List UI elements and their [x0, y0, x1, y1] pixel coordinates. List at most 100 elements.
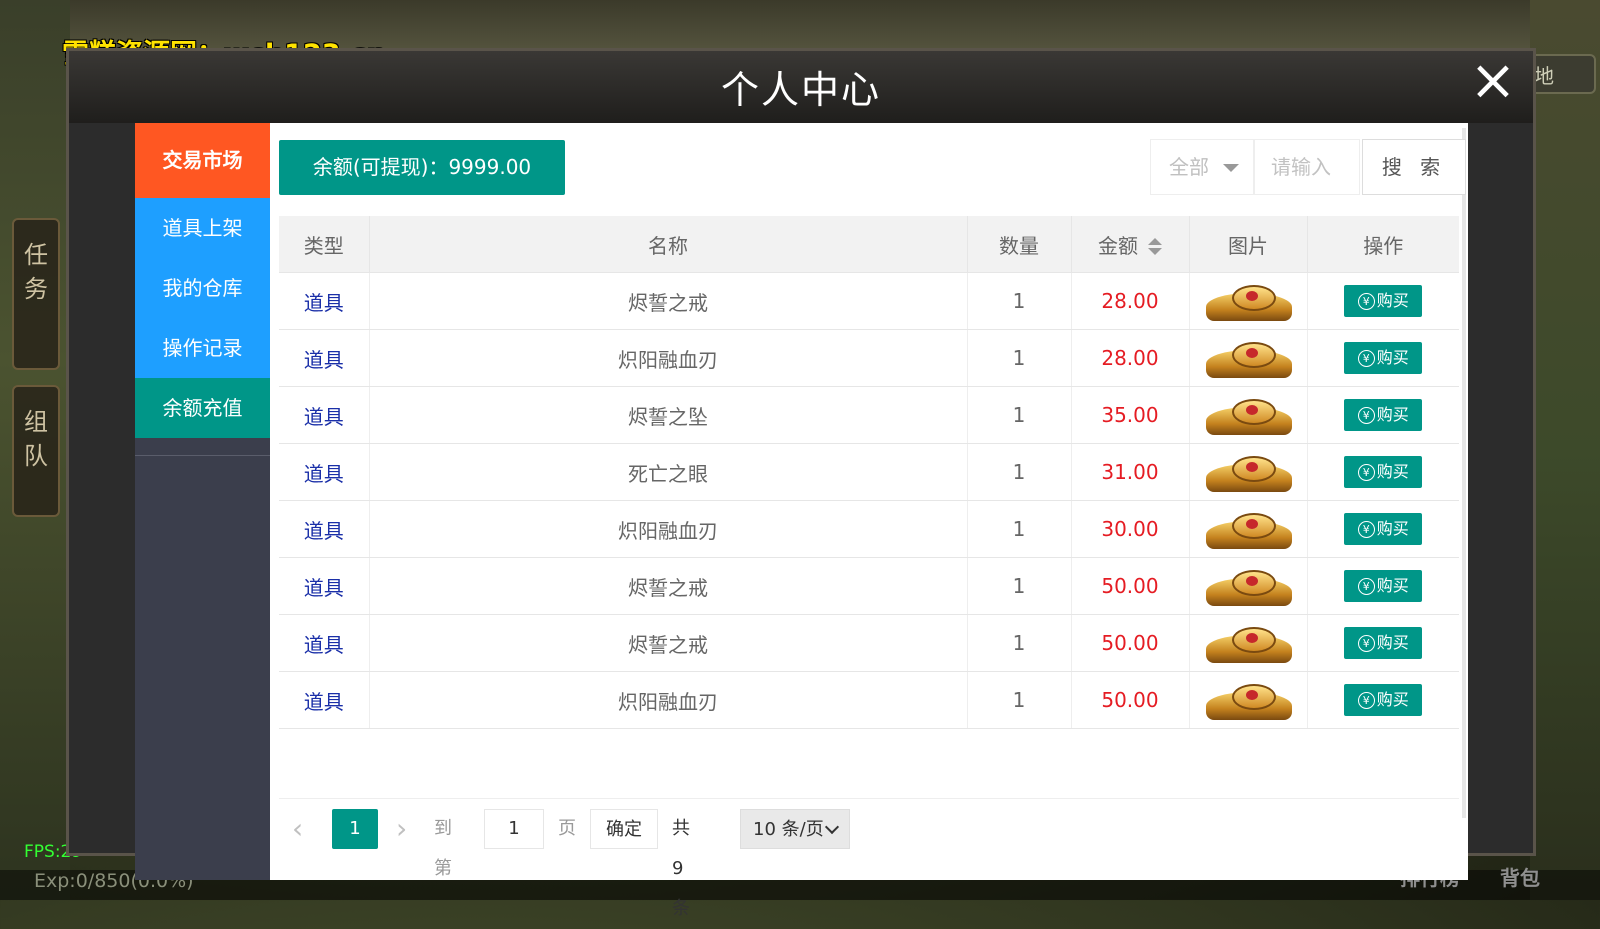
buy-button-label: 购买: [1376, 576, 1409, 595]
cell-image: [1189, 386, 1308, 444]
buy-button-label: 购买: [1376, 519, 1409, 538]
caret-down-icon: [1223, 164, 1239, 172]
table-row: 道具 炽阳融血刃 1 28.00 ¥ 购买: [279, 329, 1459, 387]
yen-icon: ¥: [1357, 464, 1375, 481]
cell-action: ¥ 购买: [1307, 272, 1459, 330]
modal-title: 个人中心: [720, 68, 881, 112]
close-icon[interactable]: ×: [1465, 53, 1521, 109]
buy-button[interactable]: ¥ 购买: [1344, 684, 1423, 716]
cell-image: [1189, 272, 1308, 330]
buy-button[interactable]: ¥ 购买: [1344, 456, 1423, 488]
balance-badge: 余额(可提现)：9999.00: [279, 140, 565, 195]
cell-image: [1189, 557, 1308, 615]
item-image: [1202, 621, 1294, 665]
pager-divider: [279, 798, 1459, 799]
type-filter-value: 全部: [1169, 155, 1209, 179]
next-page-icon[interactable]: ›: [396, 809, 407, 849]
cell-action: ¥ 购买: [1307, 329, 1459, 387]
buy-button[interactable]: ¥ 购买: [1344, 513, 1423, 545]
buy-button-label: 购买: [1376, 348, 1409, 367]
cell-action: ¥ 购买: [1307, 386, 1459, 444]
table-row: 道具 烬誓之戒 1 50.00 ¥ 购买: [279, 614, 1459, 672]
yen-icon: ¥: [1357, 521, 1375, 538]
goto-page-input[interactable]: [484, 809, 544, 849]
total-count: 共 9 条: [672, 818, 690, 919]
col-header-image: 图片: [1189, 216, 1308, 273]
task-side-tab-label: 任务: [24, 241, 48, 303]
cell-type: 道具: [279, 671, 370, 729]
buy-button[interactable]: ¥ 购买: [1344, 342, 1423, 374]
sidebar-nav: 交易市场 道具上架 我的仓库 操作记录 余额充值: [135, 123, 270, 880]
cell-qty: 1: [967, 329, 1072, 387]
search-button[interactable]: 搜 索: [1362, 139, 1466, 195]
cell-action: ¥ 购买: [1307, 614, 1459, 672]
cell-image: [1189, 500, 1308, 558]
cell-type: 道具: [279, 557, 370, 615]
cell-name: 炽阳融血刃: [369, 500, 968, 558]
cell-price: 50.00: [1071, 557, 1190, 615]
task-side-tab[interactable]: 任务: [12, 218, 60, 370]
sidebar-divider: [135, 455, 270, 456]
chevron-down-icon: [824, 819, 840, 835]
item-image: [1202, 450, 1294, 494]
buy-button[interactable]: ¥ 购买: [1344, 627, 1423, 659]
item-image: [1202, 336, 1294, 380]
col-header-price-label: 金额: [1098, 233, 1138, 258]
prev-page-icon[interactable]: ‹: [292, 809, 303, 849]
buy-button-label: 购买: [1376, 633, 1409, 652]
cell-price: 31.00: [1071, 443, 1190, 501]
cell-type: 道具: [279, 386, 370, 444]
sidebar-item-trade-market[interactable]: 交易市场: [135, 123, 270, 198]
cell-action: ¥ 购买: [1307, 500, 1459, 558]
page-size-select[interactable]: 10 条/页: [740, 809, 850, 849]
cell-action: ¥ 购买: [1307, 443, 1459, 501]
cell-price: 28.00: [1071, 272, 1190, 330]
bag-button[interactable]: 背包: [1500, 862, 1540, 891]
cell-type: 道具: [279, 614, 370, 672]
buy-button[interactable]: ¥ 购买: [1344, 285, 1423, 317]
team-side-tab[interactable]: 组队: [12, 385, 60, 517]
sidebar-item-recharge[interactable]: 余额充值: [135, 378, 270, 438]
table-row: 道具 烬誓之戒 1 50.00 ¥ 购买: [279, 557, 1459, 615]
cell-type: 道具: [279, 272, 370, 330]
col-header-price[interactable]: 金额: [1071, 216, 1190, 273]
sidebar-item-list-item[interactable]: 道具上架: [135, 198, 270, 258]
item-image: [1202, 393, 1294, 437]
cell-qty: 1: [967, 671, 1072, 729]
col-header-type: 类型: [279, 216, 370, 273]
table-row: 道具 烬誓之坠 1 35.00 ¥ 购买: [279, 386, 1459, 444]
buy-button-label: 购买: [1376, 405, 1409, 424]
game-right-panel: [1530, 0, 1600, 900]
buy-button-label: 购买: [1376, 690, 1409, 709]
cell-name: 炽阳融血刃: [369, 329, 968, 387]
buy-button-label: 购买: [1376, 462, 1409, 481]
goto-label: 到第: [434, 818, 452, 879]
goto-confirm-button[interactable]: 确定: [590, 809, 658, 849]
cell-image: [1189, 329, 1308, 387]
cell-qty: 1: [967, 443, 1072, 501]
cell-qty: 1: [967, 386, 1072, 444]
cell-image: [1189, 671, 1308, 729]
search-input[interactable]: [1254, 139, 1360, 195]
cell-qty: 1: [967, 557, 1072, 615]
cell-name: 烬誓之戒: [369, 272, 968, 330]
cell-qty: 1: [967, 614, 1072, 672]
sidebar-item-operation-log[interactable]: 操作记录: [135, 318, 270, 378]
buy-button[interactable]: ¥ 购买: [1344, 399, 1423, 431]
cell-action: ¥ 购买: [1307, 557, 1459, 615]
yen-icon: ¥: [1357, 350, 1375, 367]
buy-button[interactable]: ¥ 购买: [1344, 570, 1423, 602]
scrollbar[interactable]: [1462, 128, 1466, 818]
col-header-qty: 数量: [967, 216, 1072, 273]
page-button-current[interactable]: 1: [332, 809, 378, 849]
cell-action: ¥ 购买: [1307, 671, 1459, 729]
cell-name: 死亡之眼: [369, 443, 968, 501]
table-row: 道具 炽阳融血刃 1 30.00 ¥ 购买: [279, 500, 1459, 558]
cell-type: 道具: [279, 500, 370, 558]
cell-price: 50.00: [1071, 614, 1190, 672]
type-filter-select[interactable]: 全部: [1150, 139, 1254, 195]
sort-icon[interactable]: [1148, 238, 1162, 256]
yen-icon: ¥: [1357, 578, 1375, 595]
yen-icon: ¥: [1357, 407, 1375, 424]
sidebar-item-my-warehouse[interactable]: 我的仓库: [135, 258, 270, 318]
